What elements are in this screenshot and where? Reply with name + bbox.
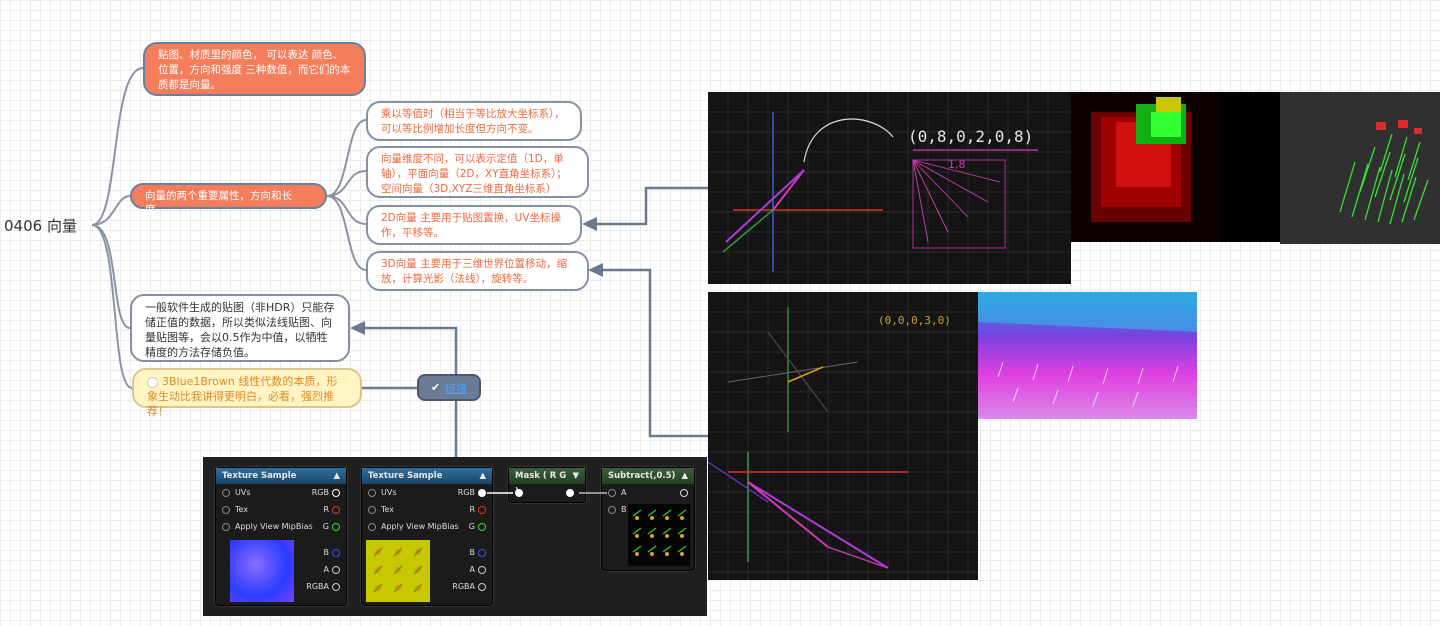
node-vec3d[interactable]: 3D向量 主要用于三维世界位置移动，缩放，计算光影（法线），旋转等。 <box>366 251 589 291</box>
node-text: 向量维度不同，可以表示定值（1D，单轴），平面向量（2D，XY直角坐标系）；空间… <box>381 153 567 195</box>
sketch-coords: (0,8,0,2,0,8) <box>908 127 1033 146</box>
node-text: 贴图、材质里的颜色， 可以表达 颜色、位置，方向和强度 三种数值，而它们的本质都… <box>158 49 351 91</box>
sketch-3d-axes-image: (0,0,0,3,0) <box>708 292 978 580</box>
node-hdr[interactable]: 一般软件生成的贴图（非HDR）只能存储正值的数据，所以类似法线贴图、向量贴图等，… <box>130 294 350 362</box>
material-node-graph: Texture Sample ▲ UVs RGB Tex R Apply View M… <box>203 457 707 616</box>
node-texture-vector[interactable]: 贴图、材质里的颜色， 可以表达 颜色、位置，方向和强度 三种数值，而它们的本质都… <box>143 42 366 96</box>
node-two-attributes[interactable]: 向量的两个重要属性，方向和长度。 <box>130 183 327 216</box>
node-text: 3D向量 主要用于三维世界位置移动，缩放，计算光影（法线），旋转等。 <box>381 258 568 285</box>
node-text: 乘以等值时（相当于等比放大坐标系），可以等比例增加长度但方向不变。 <box>381 108 565 135</box>
mindmap-root[interactable]: 0406 向量 <box>4 215 77 236</box>
render-magenta-field-image <box>978 292 1197 419</box>
sketch-mid-coords: (0,0,0,3,0) <box>878 314 951 327</box>
link-tag-label: 链接 <box>445 381 468 395</box>
render-red-green-image <box>1071 92 1280 242</box>
render-green-arrows-image <box>1280 92 1440 244</box>
sketch-vector-image: (0,8,0,2,0,8) 1,8 <box>708 92 1071 284</box>
node-dimensions[interactable]: 向量维度不同，可以表示定值（1D，单轴），平面向量（2D，XY直角坐标系）；空间… <box>366 146 589 198</box>
node-text: 一般软件生成的贴图（非HDR）只能存储正值的数据，所以类似法线贴图、向量贴图等，… <box>145 301 335 359</box>
node-recommend[interactable]: 3Blue1Brown 线性代数的本质，形象生动比我讲得更明白，必看，强烈推荐！ <box>132 368 362 418</box>
node-vec2d[interactable]: 2D向量 主要用于贴图置换，UV坐标操作，平移等。 <box>366 205 582 245</box>
node-text: 2D向量 主要用于贴图置换，UV坐标操作，平移等。 <box>381 212 561 239</box>
node-scale[interactable]: 乘以等值时（相当于等比放大坐标系），可以等比例增加长度但方向不变。 <box>366 101 582 141</box>
check-icon: ✔ <box>430 381 441 394</box>
node-wires <box>487 492 607 494</box>
link-tag[interactable]: ✔ 链接 <box>417 374 481 401</box>
bullet-icon <box>147 376 158 388</box>
